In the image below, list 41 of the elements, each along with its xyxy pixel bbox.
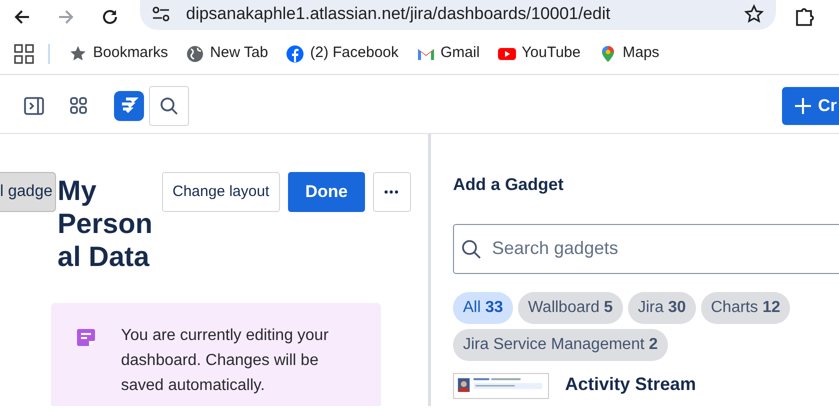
- bookmark[interactable]: YouTube: [488, 42, 590, 65]
- sidebar-toggle-icon[interactable]: [24, 97, 44, 115]
- site-settings-icon[interactable]: [152, 6, 170, 22]
- bookmark-star-icon[interactable]: [744, 4, 764, 24]
- reload-icon: [101, 8, 119, 26]
- editing-notice-text: You are currently editing your dashboard. Changes will be saved automatically.: [121, 326, 330, 396]
- bookmark[interactable]: Maps: [590, 42, 668, 65]
- back-arrow-icon: [13, 8, 31, 26]
- address-bar[interactable]: dipsanakaphle1.atlassian.net/jira/dashboards/10001/edit: [140, 0, 776, 30]
- add-gadget-button[interactable]: l gadge: [0, 172, 56, 212]
- star-icon: [69, 44, 87, 62]
- filter-chip[interactable]: Jira Service Management 2: [453, 328, 668, 360]
- change-layout-button[interactable]: Change layout: [162, 172, 280, 212]
- note-icon: [76, 327, 96, 348]
- search-icon: [160, 97, 178, 115]
- bookmark[interactable]: Gmail: [408, 42, 489, 65]
- url-text: dipsanakaphle1.atlassian.net/jira/dashboards/10001/edit: [186, 2, 610, 25]
- filter-chip[interactable]: All 33: [453, 292, 514, 324]
- panel-title: Add a Gadget: [453, 174, 565, 196]
- search-field[interactable]: Search gadgets: [453, 224, 839, 274]
- facebook-icon: [286, 44, 304, 62]
- filter-chip[interactable]: Charts 12: [700, 292, 790, 324]
- more-button[interactable]: •••: [372, 172, 411, 212]
- bookmark[interactable]: Bookmarks: [60, 42, 178, 65]
- search-icon: [461, 238, 481, 258]
- done-button[interactable]: Done: [288, 172, 365, 212]
- filter-chip[interactable]: Jira 30: [628, 292, 696, 324]
- dashboard-title: My Personal Data: [58, 174, 154, 274]
- plus-icon: [794, 97, 812, 115]
- app-switcher-icon[interactable]: [69, 97, 89, 115]
- app-logo-icon[interactable]: [114, 91, 144, 121]
- filter-chip[interactable]: Wallboard 5: [518, 292, 623, 324]
- gadget-name[interactable]: Activity Stream: [565, 372, 696, 394]
- extension-icon[interactable]: [794, 6, 816, 28]
- bookmark[interactable]: New Tab: [177, 42, 278, 65]
- apps-grid-icon[interactable]: [14, 44, 34, 64]
- globe-icon: [186, 44, 204, 62]
- search-button[interactable]: [149, 86, 189, 126]
- create-button[interactable]: Cr: [782, 87, 839, 125]
- forward-arrow-icon: [57, 8, 75, 26]
- bookmark[interactable]: (2) Facebook: [277, 42, 408, 65]
